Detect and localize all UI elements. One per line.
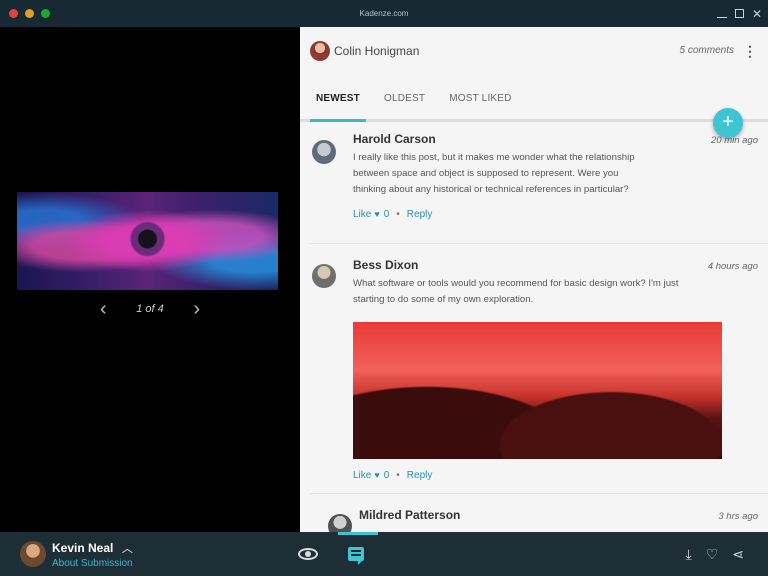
user-avatar[interactable] xyxy=(20,541,46,567)
about-submission-link[interactable]: About Submission xyxy=(52,558,133,569)
tab-most-liked[interactable]: MOST LIKED xyxy=(443,74,517,122)
comment-attachment-image[interactable] xyxy=(353,322,722,459)
comments-panel: Colin Honigman 5 comments ⋮ NEWEST OLDES… xyxy=(300,27,768,532)
reply-button[interactable]: Reply xyxy=(407,209,433,220)
heart-icon: ♥ xyxy=(374,470,380,480)
tab-newest[interactable]: NEWEST xyxy=(310,74,366,122)
panel-header: Colin Honigman 5 comments ⋮ xyxy=(300,27,768,74)
submitter-name[interactable]: Colin Honigman xyxy=(334,44,419,58)
comments-icon[interactable] xyxy=(348,547,364,565)
commenter-avatar[interactable] xyxy=(328,514,352,532)
commenter-avatar[interactable] xyxy=(312,140,336,164)
more-options-icon[interactable]: ⋮ xyxy=(742,44,758,58)
comment-actions: Like ♥ 0 • Reply xyxy=(353,467,758,483)
chevron-up-icon[interactable]: ︿ xyxy=(122,543,133,555)
comment-item: Harold Carson 20 min ago I really like t… xyxy=(310,122,768,244)
like-count: 0 xyxy=(383,469,390,481)
comment-actions: Like ♥ 0 • Reply xyxy=(353,206,758,222)
chevron-left-icon[interactable]: ‹ xyxy=(100,299,107,319)
pager-count: 1 of 4 xyxy=(136,303,164,315)
comment-time: 3 hrs ago xyxy=(718,511,758,522)
like-count: 0 xyxy=(383,208,390,220)
like-button[interactable]: Like xyxy=(353,470,371,481)
user-name[interactable]: Kevin Neal xyxy=(52,541,113,555)
image-pager: ‹ 1 of 4 › xyxy=(100,297,200,321)
share-icon[interactable]: ⋖ xyxy=(732,546,744,563)
submitter-avatar[interactable] xyxy=(310,40,330,61)
comment-author[interactable]: Harold Carson xyxy=(353,132,758,146)
comment-time: 4 hours ago xyxy=(707,261,758,272)
comment-text: What software or tools would you recomme… xyxy=(353,278,679,305)
download-icon[interactable]: ⤓ xyxy=(686,546,692,563)
tab-oldest[interactable]: OLDEST xyxy=(378,74,431,122)
comment-item: Mildred Patterson 3 hrs ago xyxy=(310,494,768,532)
like-button[interactable]: Like xyxy=(353,209,371,220)
heart-icon: ♥ xyxy=(374,209,380,219)
eye-icon[interactable] xyxy=(298,548,318,560)
minimize-icon[interactable] xyxy=(717,9,727,18)
comment-text: I really like this post, but it makes me… xyxy=(353,152,635,195)
view-switcher xyxy=(298,532,364,576)
sort-tabs: NEWEST OLDEST MOST LIKED xyxy=(300,74,768,122)
window-titlebar: Kadenze.com ✕ xyxy=(0,0,768,27)
submission-image[interactable] xyxy=(17,192,278,290)
comment-time: 20 min ago xyxy=(710,135,758,146)
heart-outline-icon[interactable]: ♡ xyxy=(706,546,719,563)
bottom-bar: Kevin Neal ︿ About Submission ⤓ ♡ ⋖ xyxy=(0,532,768,576)
close-icon[interactable]: ✕ xyxy=(752,8,762,20)
comments-count: 5 comments xyxy=(679,45,734,56)
comment-item: Bess Dixon 4 hours ago What software or … xyxy=(310,244,768,494)
action-icons: ⤓ ♡ ⋖ xyxy=(686,532,745,576)
image-viewer: ‹ 1 of 4 › xyxy=(0,27,300,532)
commenter-avatar[interactable] xyxy=(312,264,336,288)
comment-author[interactable]: Mildred Patterson xyxy=(359,508,758,522)
maximize-icon[interactable] xyxy=(735,9,744,18)
chevron-right-icon[interactable]: › xyxy=(193,299,200,319)
reply-button[interactable]: Reply xyxy=(407,470,433,481)
user-info: Kevin Neal ︿ About Submission xyxy=(52,539,133,569)
window-title: Kadenze.com xyxy=(359,9,409,18)
window-controls: ✕ xyxy=(717,0,762,27)
add-comment-button[interactable]: + xyxy=(713,108,743,138)
comment-author[interactable]: Bess Dixon xyxy=(353,258,758,272)
separator-dot: • xyxy=(396,469,400,481)
separator-dot: • xyxy=(396,208,400,220)
